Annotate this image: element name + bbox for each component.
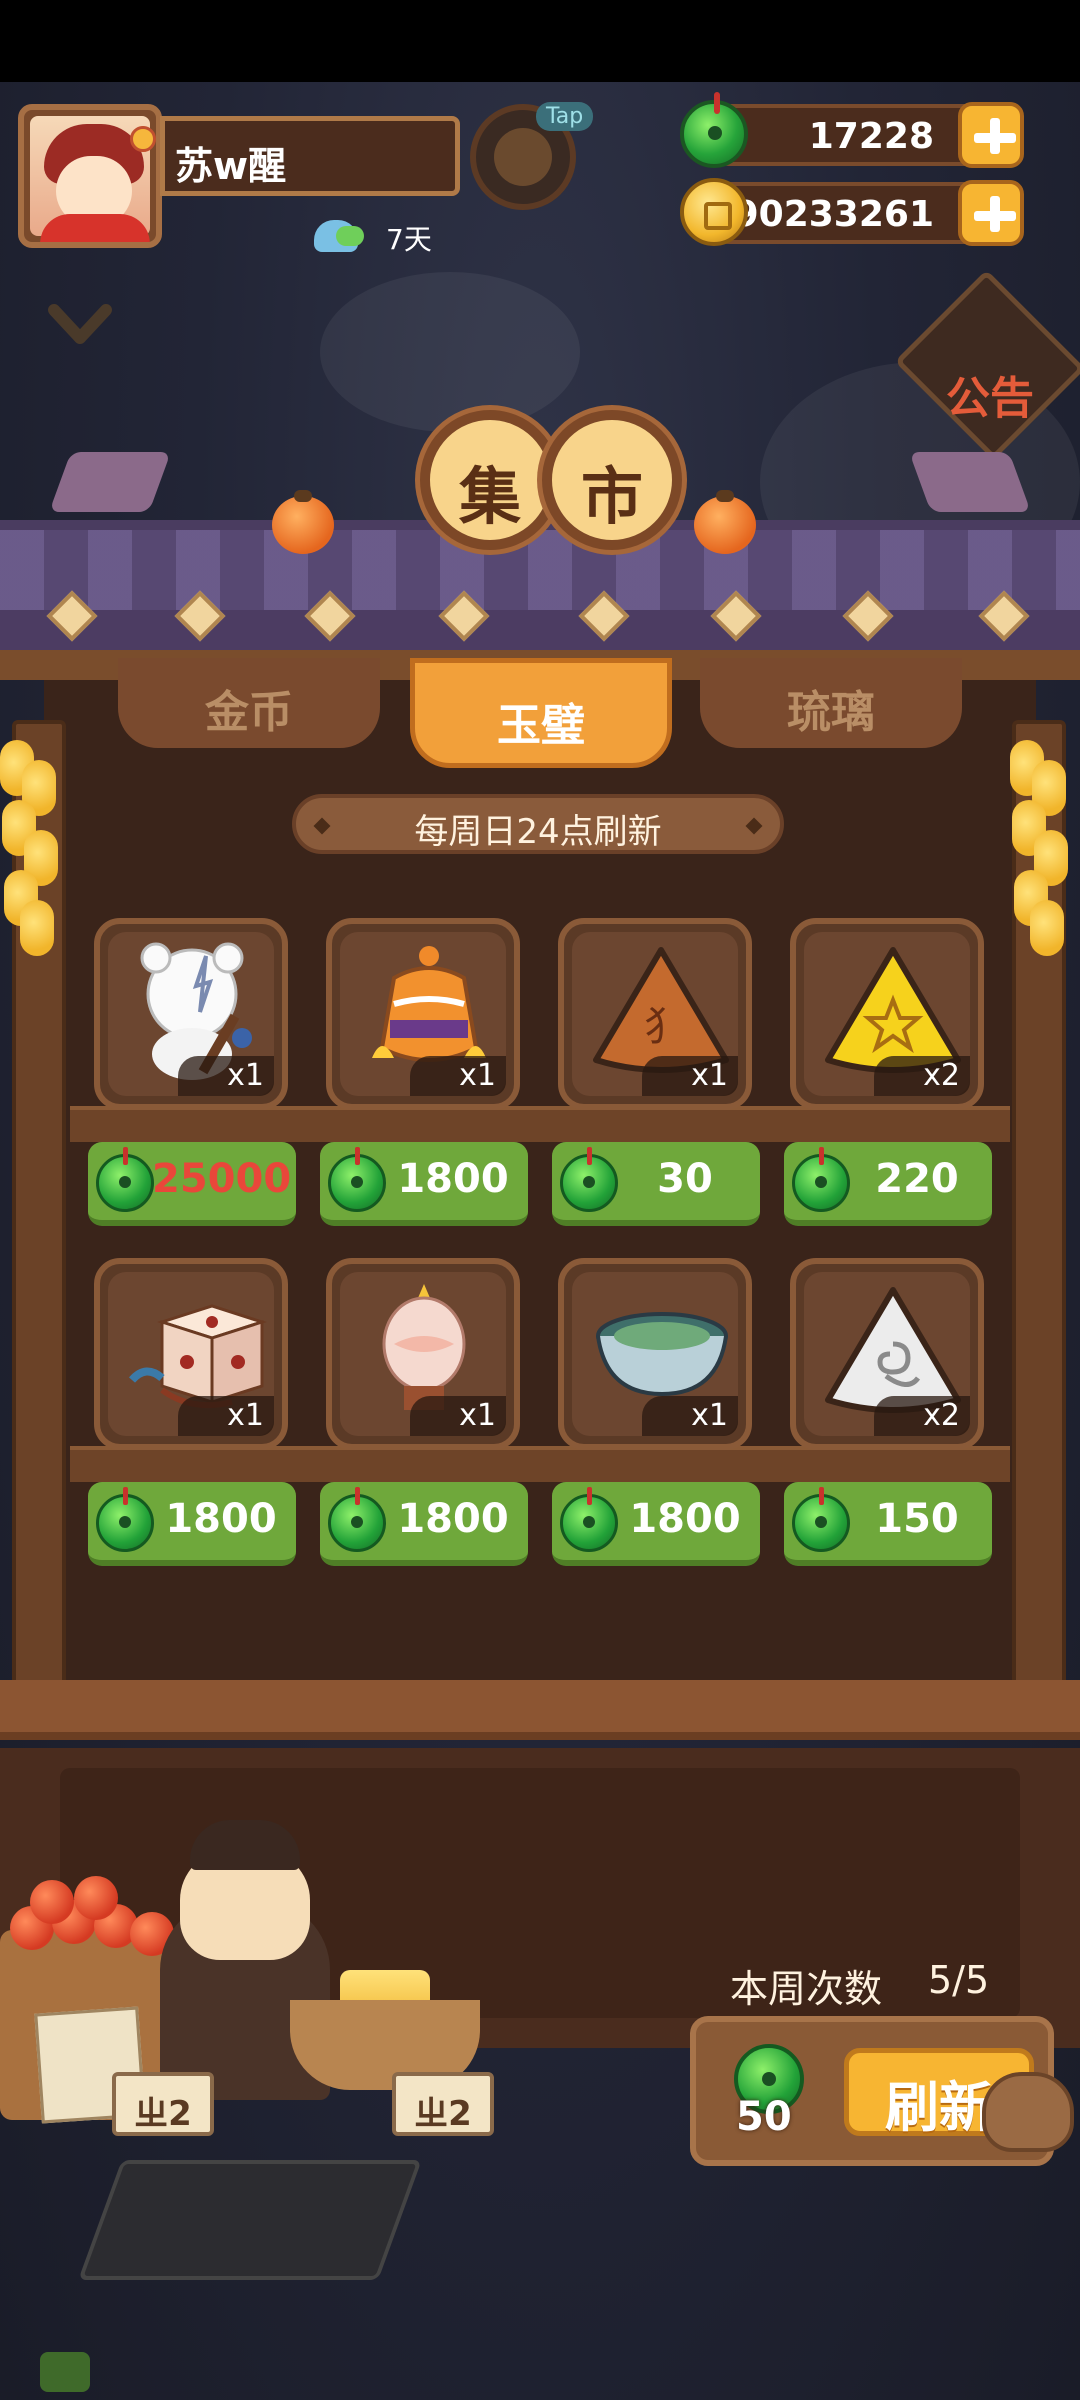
corn-bundle-icon bbox=[1010, 740, 1070, 960]
buy-button[interactable]: 1800 bbox=[88, 1482, 296, 1566]
price-sign: ㄓ2 bbox=[392, 2072, 494, 2136]
tab-label: 金币 bbox=[205, 687, 293, 738]
tab-label: 玉璧 bbox=[497, 700, 585, 751]
weekly-refresh-label: 本周次数 bbox=[730, 1967, 883, 2011]
player-name-box[interactable]: 苏w醒 bbox=[160, 116, 460, 196]
buy-button[interactable]: 150 bbox=[784, 1482, 992, 1566]
jade-icon bbox=[792, 1487, 850, 1552]
buy-button[interactable]: 30 bbox=[552, 1142, 760, 1226]
refresh-schedule-banner: 每周日24点刷新 bbox=[292, 794, 784, 854]
item-slot[interactable]: 犭 x1 bbox=[558, 918, 752, 1110]
item-quantity: x2 bbox=[874, 1396, 970, 1436]
jade-icon bbox=[792, 1147, 850, 1212]
avatar-portrait bbox=[30, 116, 156, 242]
title-badge: 市 bbox=[542, 410, 682, 550]
shelf bbox=[70, 1446, 1010, 1482]
jade-icon bbox=[680, 92, 748, 168]
item-slot[interactable]: x2 bbox=[790, 1258, 984, 1450]
shopkeeper-hat bbox=[190, 1820, 300, 1870]
stall-counter-top bbox=[0, 1680, 1080, 1740]
jade-icon bbox=[328, 1487, 386, 1552]
notice-label: 公告 bbox=[946, 373, 1034, 424]
jade-icon bbox=[96, 1147, 154, 1212]
buy-button[interactable]: 1800 bbox=[552, 1482, 760, 1566]
item-price: 1800 bbox=[165, 1496, 277, 1542]
item-slot[interactable]: x2 bbox=[790, 918, 984, 1110]
tap-buddy-button[interactable]: Tap bbox=[470, 102, 594, 210]
tab-gold-coins[interactable]: 金币 bbox=[118, 658, 380, 748]
item-price: 1800 bbox=[397, 1156, 509, 1202]
title-char: 集 bbox=[458, 460, 521, 533]
item-price: 150 bbox=[875, 1496, 959, 1542]
item-quantity: x1 bbox=[178, 1396, 274, 1436]
jade-balance: 17228 bbox=[808, 116, 934, 157]
corn-bundle-icon bbox=[0, 740, 60, 960]
refresh-cost: 50 bbox=[736, 2094, 792, 2140]
tab-glaze[interactable]: 琉璃 bbox=[700, 658, 962, 748]
svg-text:犭: 犭 bbox=[644, 1004, 684, 1050]
jade-icon bbox=[96, 1487, 154, 1552]
item-price: 220 bbox=[875, 1156, 959, 1202]
days-counter: 7天 bbox=[386, 223, 432, 256]
roof-ridge bbox=[909, 452, 1031, 512]
item-price: 1800 bbox=[629, 1496, 741, 1542]
item-quantity: x1 bbox=[642, 1056, 738, 1096]
add-jade-button[interactable] bbox=[958, 102, 1024, 168]
persimmon-icon bbox=[272, 490, 334, 554]
persimmon-icon bbox=[694, 490, 756, 554]
coin-balance: 90233261 bbox=[733, 194, 934, 235]
item-quantity: x1 bbox=[410, 1396, 506, 1436]
player-name: 苏w醒 bbox=[175, 144, 287, 188]
bottom-corner-button[interactable] bbox=[40, 2352, 90, 2392]
background-cloud bbox=[320, 272, 580, 432]
item-quantity: x1 bbox=[178, 1056, 274, 1096]
item-slot[interactable]: x1 bbox=[94, 918, 288, 1110]
buy-button[interactable]: 1800 bbox=[320, 1482, 528, 1566]
tab-jade[interactable]: 玉璧 bbox=[410, 658, 672, 768]
title-badge: 集 bbox=[420, 410, 560, 550]
buddy-face-icon bbox=[494, 128, 552, 186]
chevron-down-icon[interactable] bbox=[48, 300, 112, 350]
flame-badge-icon bbox=[130, 126, 156, 152]
jade-bowl-icon bbox=[596, 1312, 728, 1397]
item-price: 1800 bbox=[397, 1496, 509, 1542]
item-slot[interactable]: x1 bbox=[326, 1258, 520, 1450]
shelf bbox=[70, 1106, 1010, 1142]
tab-label: 琉璃 bbox=[787, 687, 875, 738]
coin-icon bbox=[680, 178, 748, 246]
buy-button[interactable]: 1800 bbox=[320, 1142, 528, 1226]
avatar[interactable] bbox=[18, 104, 162, 248]
item-quantity: x1 bbox=[410, 1056, 506, 1096]
mascot-pet-icon[interactable] bbox=[982, 2072, 1074, 2152]
notice-board-button[interactable]: 公告 bbox=[894, 269, 1080, 461]
refresh-schedule-text: 每周日24点刷新 bbox=[414, 812, 662, 852]
item-slot[interactable]: x1 bbox=[558, 1258, 752, 1450]
item-price: 30 bbox=[657, 1156, 713, 1202]
item-quantity: x2 bbox=[874, 1056, 970, 1096]
item-slot[interactable]: x1 bbox=[94, 1258, 288, 1450]
buy-button[interactable]: 25000 bbox=[88, 1142, 296, 1226]
jade-icon bbox=[560, 1487, 618, 1552]
item-slot[interactable]: x1 bbox=[326, 918, 520, 1110]
tap-label: Tap bbox=[536, 102, 594, 131]
price-sign-text: ㄓ2 bbox=[134, 2094, 192, 2134]
roof-edge bbox=[0, 610, 1080, 650]
floor-mat bbox=[78, 2160, 422, 2280]
status-bar bbox=[0, 0, 1080, 82]
price-sign: ㄓ2 bbox=[112, 2072, 214, 2136]
item-quantity: x1 bbox=[642, 1396, 738, 1436]
buy-button[interactable]: 220 bbox=[784, 1142, 992, 1226]
weekly-refresh-count: 5/5 bbox=[928, 1958, 990, 2002]
jade-icon bbox=[328, 1147, 386, 1212]
title-char: 市 bbox=[580, 460, 643, 533]
pot-plant-icon bbox=[314, 212, 368, 258]
price-sign-text: ㄓ2 bbox=[414, 2094, 472, 2134]
jade-icon bbox=[560, 1147, 618, 1212]
add-coins-button[interactable] bbox=[958, 180, 1024, 246]
item-price: 25000 bbox=[152, 1156, 292, 1202]
